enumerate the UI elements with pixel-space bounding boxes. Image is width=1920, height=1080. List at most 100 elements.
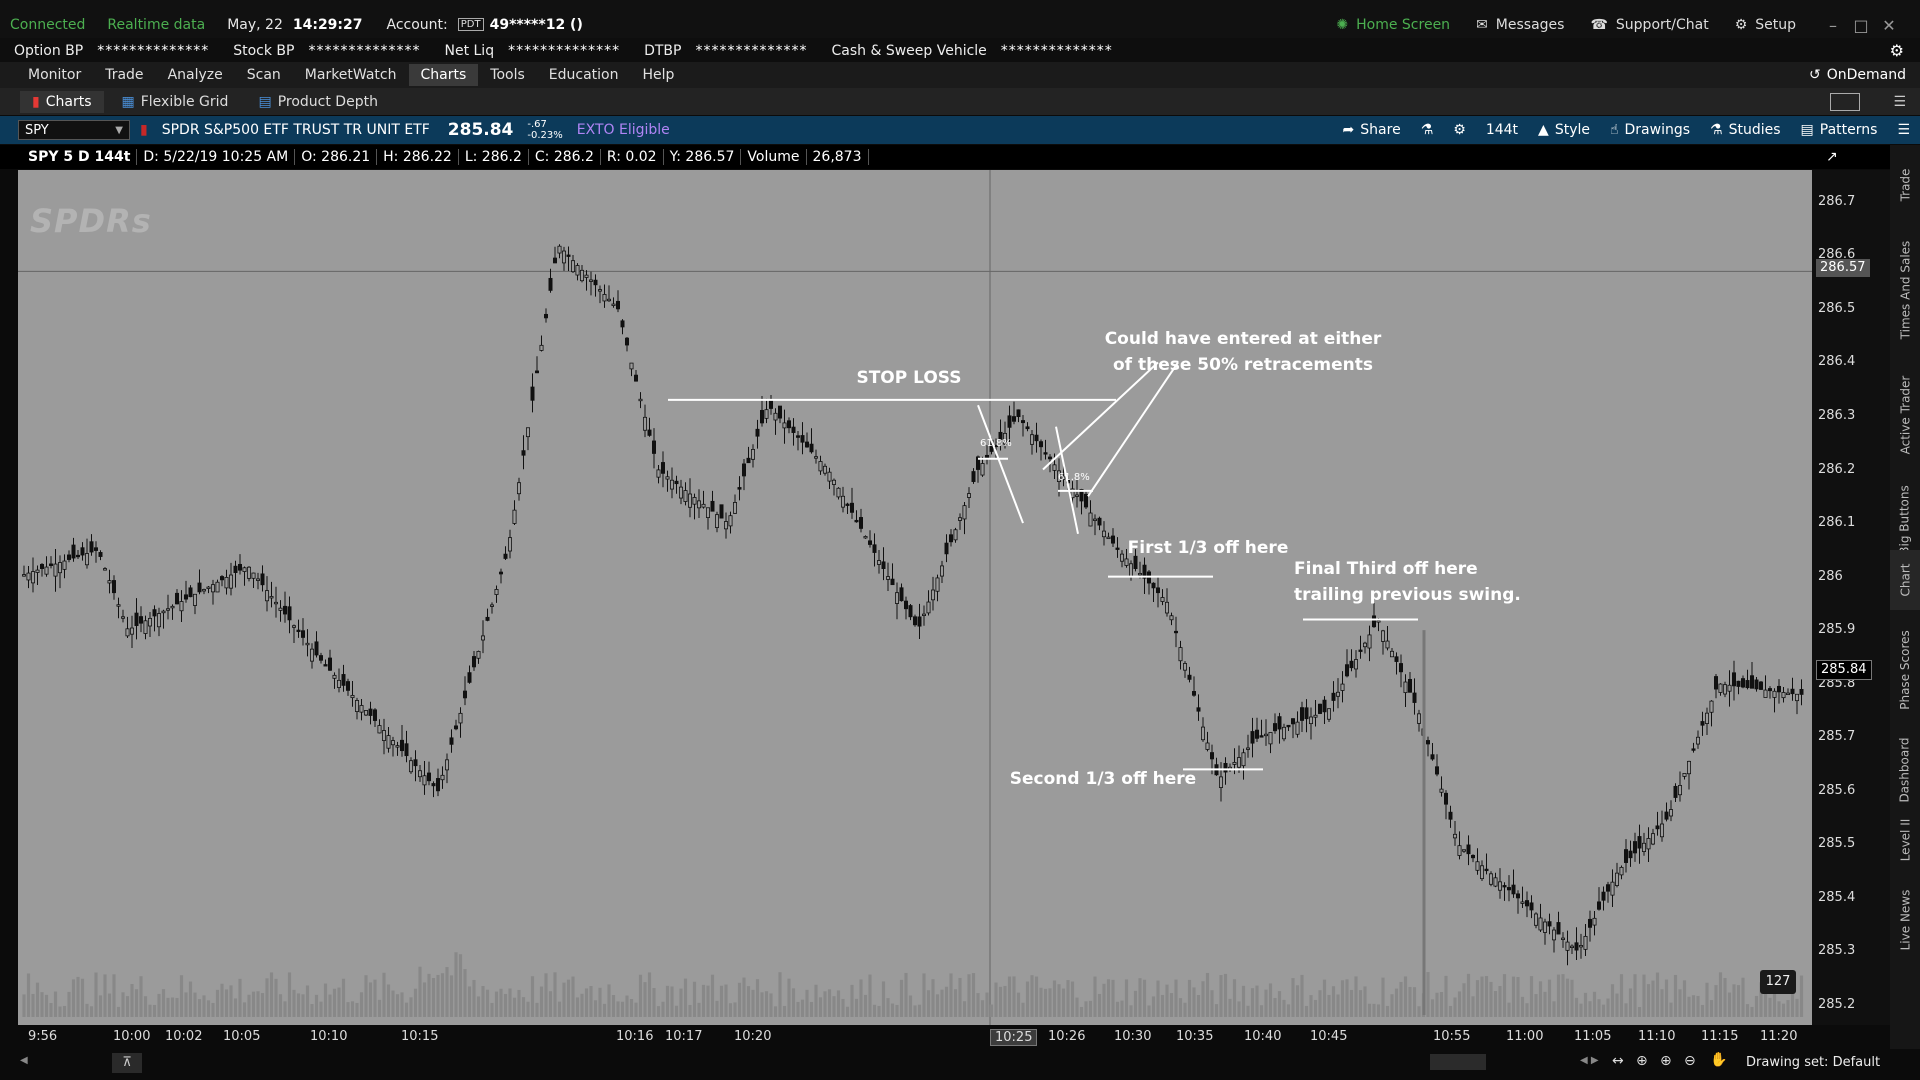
volume-bar: [1525, 1003, 1529, 1017]
tab-flexible-grid[interactable]: ▦ Flexible Grid: [110, 91, 241, 113]
minimize-button[interactable]: –: [1822, 16, 1844, 35]
volume-bar: [1385, 1005, 1390, 1017]
price-chart[interactable]: SPDRs STOP LOSS Could have entered at ei…: [18, 170, 1812, 1025]
scroll-arrows-icon[interactable]: ◀ ▶: [1580, 1055, 1599, 1066]
style-button[interactable]: ▲ Style: [1538, 122, 1590, 138]
volume-bar: [1466, 973, 1471, 1017]
time-tick: 11:10: [1638, 1029, 1676, 1044]
chart-menu-icon[interactable]: ☰: [1897, 122, 1910, 138]
menu-monitor[interactable]: Monitor: [16, 64, 93, 86]
volume-bar: [868, 974, 872, 1017]
menu-education[interactable]: Education: [537, 64, 631, 86]
maximize-button[interactable]: □: [1850, 16, 1872, 35]
volume-bar: [1754, 995, 1759, 1017]
sidebar-tab-live-news[interactable]: Live News: [1890, 875, 1920, 965]
candle-body: [1718, 683, 1723, 693]
chart-settings-icon[interactable]: ⚙: [1453, 122, 1466, 138]
candle-body: [1750, 675, 1755, 689]
sidebar-tab-level-ii[interactable]: Level II: [1890, 805, 1920, 875]
studies-button[interactable]: ⚗ Studies: [1710, 122, 1781, 138]
expand-chart-icon[interactable]: ↗: [1826, 149, 1838, 165]
sidebar-tab-active-trader[interactable]: Active Trader: [1890, 365, 1920, 465]
zoom-out-icon[interactable]: ⊖: [1684, 1053, 1696, 1069]
volume-bar: [1111, 979, 1115, 1017]
messages-button[interactable]: ✉ Messages: [1476, 17, 1564, 33]
symbol-input[interactable]: SPY ▼: [18, 120, 130, 140]
menu-help[interactable]: Help: [630, 64, 686, 86]
volume-bar: [305, 985, 310, 1017]
candle-body: [291, 625, 296, 628]
volume-bar: [850, 984, 854, 1017]
main-menu: Monitor Trade Analyze Scan MarketWatch C…: [0, 62, 1920, 88]
menu-lines-icon[interactable]: ☰: [1893, 94, 1906, 110]
volume-bar: [1300, 974, 1304, 1017]
volume-bar: [1129, 1005, 1133, 1017]
flask-icon[interactable]: ⚗: [1421, 122, 1434, 138]
candle-body: [931, 589, 936, 601]
menu-marketwatch[interactable]: MarketWatch: [293, 64, 409, 86]
interval-selector[interactable]: 144t: [1486, 122, 1518, 138]
alert-icon[interactable]: ▮: [140, 122, 148, 138]
pan-icon[interactable]: ↔: [1612, 1053, 1624, 1069]
candle-body: [539, 344, 544, 351]
candle-body: [643, 416, 648, 431]
chevron-down-icon[interactable]: ▼: [115, 125, 123, 136]
layout-icon[interactable]: [1830, 92, 1860, 111]
volume-bar: [1534, 994, 1538, 1017]
home-screen-button[interactable]: ✺ Home Screen: [1336, 17, 1450, 33]
volume-bar: [629, 999, 634, 1017]
ondemand-button[interactable]: ↺ OnDemand: [1809, 67, 1906, 83]
volume-bar: [134, 989, 139, 1017]
settings-gear-icon[interactable]: ⚙: [1890, 41, 1904, 60]
price-axis[interactable]: 286.7 286.6 286.5 286.4 286.3 286.2 286.1 286 28…: [1812, 170, 1890, 1025]
studies-label: Studies: [1728, 122, 1781, 138]
sidebar-tab-trade[interactable]: Trade: [1890, 155, 1920, 215]
candle-body: [1439, 788, 1444, 793]
crosshair-icon[interactable]: ⊕: [1636, 1053, 1648, 1069]
drawings-button[interactable]: ☝ Drawings: [1610, 122, 1690, 138]
tab-charts[interactable]: ▮ Charts: [20, 90, 104, 113]
zoom-in-icon[interactable]: ⊕: [1660, 1053, 1672, 1069]
menu-charts[interactable]: Charts: [408, 64, 479, 86]
menu-scan[interactable]: Scan: [235, 64, 293, 86]
sidebar-tab-times-sales[interactable]: Times And Sales: [1890, 225, 1920, 355]
close-button[interactable]: ✕: [1878, 16, 1900, 35]
bar-info: SPY 5 D 144t D: 5/22/19 10:25 AM O: 286.…: [0, 145, 1920, 169]
candle-body: [1367, 634, 1372, 649]
realtime-status[interactable]: Realtime data: [107, 17, 205, 33]
account-selector[interactable]: 49*****12 (): [490, 17, 583, 33]
hand-tool-icon[interactable]: ✋: [1710, 1052, 1727, 1068]
volume-bar: [175, 997, 179, 1017]
volume-bar: [800, 999, 805, 1017]
volume-bar: [1430, 999, 1435, 1017]
time-axis[interactable]: 9:56 10:00 10:02 10:05 10:10 10:15 10:16 10:17 1…: [18, 1025, 1890, 1049]
volume-bar: [436, 974, 440, 1017]
volume-bar: [89, 1006, 94, 1017]
menu-analyze[interactable]: Analyze: [156, 64, 235, 86]
sidebar-tab-phase-scores[interactable]: Phase Scores: [1890, 615, 1920, 725]
sidebar-tab-chart[interactable]: Chart: [1890, 550, 1920, 610]
collapse-panel-button[interactable]: ⊼: [112, 1053, 142, 1073]
pdt-badge: PDT: [457, 18, 484, 31]
volume-bar: [395, 994, 400, 1017]
scroll-left-icon[interactable]: ◀: [20, 1055, 28, 1066]
candle-body: [1277, 716, 1282, 730]
tab-product-depth[interactable]: ▤ Product Depth: [246, 91, 389, 113]
menu-tools[interactable]: Tools: [478, 64, 537, 86]
horizontal-scrollbar[interactable]: [1430, 1054, 1486, 1070]
candle-body: [1502, 885, 1507, 888]
volume-bar: [1799, 975, 1804, 1017]
share-button[interactable]: ➦ Share: [1343, 122, 1401, 138]
drawing-set-label[interactable]: Drawing set: Default: [1746, 1055, 1880, 1070]
candle-body: [1696, 736, 1701, 745]
menu-trade[interactable]: Trade: [93, 64, 155, 86]
retracement-note: Could have entered at either of these 50…: [1098, 326, 1388, 378]
candle-body: [485, 616, 490, 621]
last-price-badge: 285.84: [1816, 660, 1872, 680]
volume-bar: [283, 1001, 287, 1017]
setup-button[interactable]: ⚙ Setup: [1735, 17, 1796, 33]
volume-bar: [872, 1004, 877, 1017]
patterns-button[interactable]: ▤ Patterns: [1801, 122, 1878, 138]
volume-bar: [823, 991, 827, 1017]
support-chat-button[interactable]: ☎ Support/Chat: [1590, 17, 1708, 33]
